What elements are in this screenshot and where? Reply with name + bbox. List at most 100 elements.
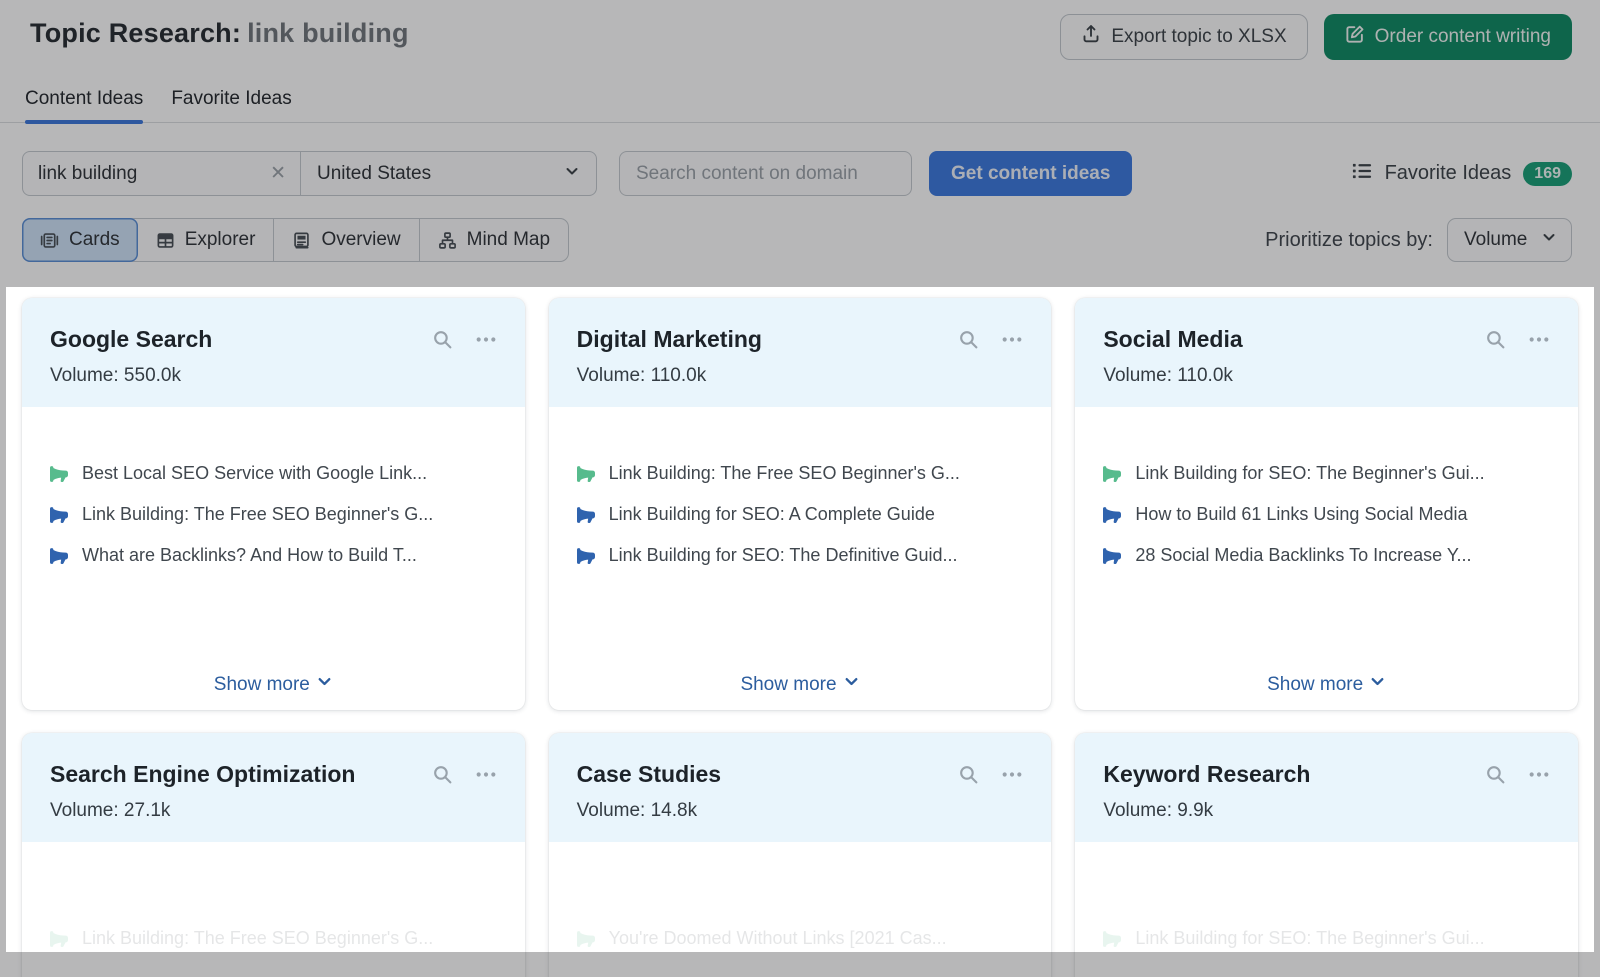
search-icon[interactable]	[958, 329, 979, 350]
headline-item[interactable]: Link Building for SEO: The Definitive Gu…	[576, 545, 1024, 566]
card-headline-list: Link Building: The Free SEO Beginner's G…	[22, 842, 525, 949]
domain-search-placeholder: Search content on domain	[636, 162, 858, 184]
ellipsis-menu-icon[interactable]	[1001, 764, 1023, 785]
prioritize-value: Volume	[1464, 229, 1528, 250]
domain-search-input[interactable]: Search content on domain	[619, 151, 912, 196]
megaphone-icon	[50, 465, 68, 483]
clear-query-icon[interactable]: ✕	[270, 162, 286, 185]
search-icon[interactable]	[432, 329, 453, 350]
list-icon	[1351, 160, 1373, 188]
tabs: Content Ideas Favorite Ideas	[0, 60, 1600, 124]
megaphone-icon	[1103, 465, 1122, 483]
view-toggle-explorer[interactable]: Explorer	[138, 219, 275, 261]
chevron-down-icon	[564, 163, 580, 185]
overview-icon	[292, 231, 311, 250]
prioritize-topics: Prioritize topics by: Volume	[1265, 218, 1572, 262]
headline-text: How to Build 61 Links Using Social Media	[1135, 504, 1468, 524]
prioritize-select[interactable]: Volume	[1447, 218, 1572, 262]
view-toggle-mind-map[interactable]: Mind Map	[420, 219, 568, 261]
export-xlsx-label: Export topic to XLSX	[1111, 26, 1287, 47]
headline-text: Link Building: The Free SEO Beginner's G…	[608, 463, 960, 483]
card-volume: Volume: 9.9k	[1103, 800, 1214, 821]
topic-card: Social Media Volume: 110.0k Link Buildin…	[1075, 298, 1578, 710]
card-headline-list: Link Building for SEO: The Beginner's Gu…	[1075, 842, 1578, 949]
ellipsis-menu-icon[interactable]	[1001, 329, 1023, 350]
seed-group: link building ✕ United States	[22, 151, 597, 196]
view-toggle-overview[interactable]: Overview	[274, 219, 420, 261]
ellipsis-menu-icon[interactable]	[475, 764, 497, 785]
show-more-button[interactable]: Show more	[549, 673, 1052, 696]
chevron-down-icon	[843, 673, 860, 696]
headline-item[interactable]: Link Building: The Free SEO Beginner's G…	[576, 463, 1024, 484]
headline-text: Link Building for SEO: The Beginner's Gu…	[1135, 928, 1485, 948]
show-more-button[interactable]: Show more	[22, 673, 525, 696]
card-header: Digital Marketing Volume: 110.0k	[548, 298, 1052, 407]
card-volume: Volume: 14.8k	[576, 800, 698, 821]
view-toggle-cards[interactable]: Cards	[22, 218, 138, 262]
headline-item[interactable]: You're Doomed Without Links [2021 Cas...	[576, 928, 1024, 949]
view-toggle-row: Cards Explorer Overview Mind Map Prioritize…	[0, 196, 1600, 262]
ellipsis-menu-icon[interactable]	[1528, 764, 1550, 785]
page-title-query: link building	[247, 18, 409, 48]
card-volume: Volume: 110.0k	[1103, 365, 1233, 386]
headline-item[interactable]: How to Build 61 Links Using Social Media	[1103, 504, 1550, 525]
headline-item[interactable]: Link Building: The Free SEO Beginner's G…	[50, 928, 497, 949]
card-headline-list: Link Building: The Free SEO Beginner's G…	[549, 407, 1052, 566]
card-title: Keyword Research	[1103, 761, 1311, 787]
card-headline-list: Best Local SEO Service with Google Link.…	[22, 407, 525, 566]
card-title: Search Engine Optimization	[50, 761, 356, 787]
explorer-icon	[156, 231, 175, 250]
view-toggle-label: Overview	[321, 229, 401, 250]
search-icon[interactable]	[1485, 764, 1506, 785]
search-icon[interactable]	[1485, 329, 1506, 350]
headline-item[interactable]: 28 Social Media Backlinks To Increase Y.…	[1103, 545, 1550, 566]
card-header: Google Search Volume: 550.0k	[22, 298, 525, 407]
headline-text: 28 Social Media Backlinks To Increase Y.…	[1135, 545, 1472, 565]
search-icon[interactable]	[432, 764, 453, 785]
card-volume: Volume: 110.0k	[576, 365, 707, 386]
headline-text: Best Local SEO Service with Google Link.…	[82, 463, 428, 483]
headline-item[interactable]: Link Building for SEO: A Complete Guide	[576, 504, 1024, 525]
show-more-button[interactable]: Show more	[1075, 673, 1578, 696]
topic-query-value: link building	[38, 162, 138, 184]
headline-item[interactable]: Link Building: The Free SEO Beginner's G…	[50, 504, 497, 525]
cards-grid: Google Search Volume: 550.0k Best Local …	[0, 298, 1600, 977]
ellipsis-menu-icon[interactable]	[475, 329, 497, 350]
headline-item[interactable]: Best Local SEO Service with Google Link.…	[50, 463, 497, 484]
upload-icon	[1081, 24, 1101, 50]
favorite-ideas-count-badge: 169	[1523, 161, 1572, 186]
view-toggle-group: Cards Explorer Overview Mind Map	[22, 218, 570, 262]
view-toggle-label: Mind Map	[466, 229, 551, 250]
megaphone-icon	[1103, 930, 1122, 948]
show-more-label: Show more	[1267, 673, 1364, 695]
chevron-down-icon	[1541, 229, 1557, 251]
topic-card: Case Studies Volume: 14.8k You're Doomed…	[548, 733, 1052, 977]
card-header: Social Media Volume: 110.0k	[1075, 298, 1578, 407]
tab-content-ideas[interactable]: Content Ideas	[25, 88, 144, 124]
topic-query-input[interactable]: link building ✕	[23, 152, 301, 195]
show-more-label: Show more	[213, 673, 310, 695]
view-toggle-label: Explorer	[184, 229, 256, 250]
country-value: United States	[317, 162, 432, 184]
search-icon[interactable]	[958, 764, 979, 785]
megaphone-icon	[1103, 547, 1122, 565]
card-header: Case Studies Volume: 14.8k	[548, 733, 1052, 842]
country-select[interactable]: United States	[301, 152, 596, 195]
card-volume: Volume: 27.1k	[50, 800, 171, 821]
headline-item[interactable]: Link Building for SEO: The Beginner's Gu…	[1103, 928, 1550, 949]
get-content-ideas-button[interactable]: Get content ideas	[929, 151, 1133, 196]
card-header: Keyword Research Volume: 9.9k	[1075, 733, 1578, 842]
headline-item[interactable]: Link Building for SEO: The Beginner's Gu…	[1103, 463, 1550, 484]
card-headline-list: Link Building for SEO: The Beginner's Gu…	[1075, 407, 1578, 566]
headline-item[interactable]: What are Backlinks? And How to Build T..…	[50, 545, 497, 566]
megaphone-icon	[50, 506, 68, 524]
favorite-ideas-link[interactable]: Favorite Ideas 169	[1351, 160, 1572, 188]
headline-text: You're Doomed Without Links [2021 Cas...	[608, 928, 947, 948]
order-content-writing-button[interactable]: Order content writing	[1323, 14, 1572, 60]
card-title: Social Media	[1103, 326, 1243, 352]
megaphone-icon	[576, 465, 595, 483]
tab-favorite-ideas[interactable]: Favorite Ideas	[171, 88, 291, 122]
topic-card: Keyword Research Volume: 9.9k Link Build…	[1075, 733, 1578, 977]
export-xlsx-button[interactable]: Export topic to XLSX	[1060, 14, 1308, 60]
ellipsis-menu-icon[interactable]	[1528, 329, 1550, 350]
